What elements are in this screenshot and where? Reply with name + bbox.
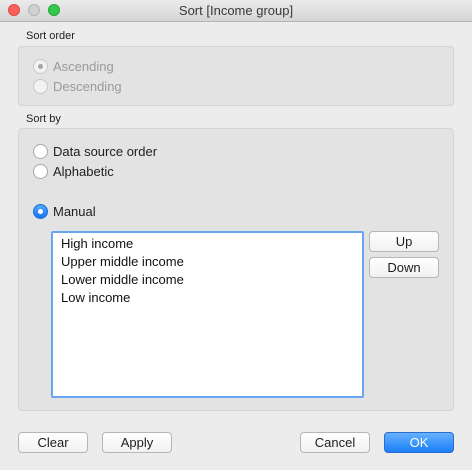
radio-data-source-order-button[interactable]	[33, 143, 48, 159]
cancel-button[interactable]: Cancel	[300, 432, 370, 453]
radio-descending-label: Descending	[53, 78, 122, 94]
radio-data-source-order[interactable]: Data source order	[33, 142, 157, 160]
move-up-button[interactable]: Up	[369, 231, 439, 252]
radio-data-source-order-label: Data source order	[53, 143, 158, 159]
radio-ascending[interactable]: Ascending	[33, 57, 114, 75]
ok-button[interactable]: OK	[384, 432, 454, 453]
radio-alphabetic[interactable]: Alphabetic	[33, 162, 114, 180]
sort-order-group	[18, 46, 454, 106]
sort-order-label: Sort order	[26, 30, 75, 42]
list-item[interactable]: High income	[61, 235, 354, 253]
apply-button[interactable]: Apply	[102, 432, 172, 453]
radio-manual-label: Manual	[53, 203, 96, 219]
radio-manual-button[interactable]	[33, 203, 48, 219]
radio-descending[interactable]: Descending	[33, 77, 122, 95]
radio-ascending-button[interactable]	[33, 58, 48, 74]
radio-alphabetic-button[interactable]	[33, 163, 48, 179]
radio-manual[interactable]: Manual	[33, 202, 96, 220]
move-down-button[interactable]: Down	[369, 257, 439, 278]
window-title: Sort [Income group]	[178, 3, 294, 18]
clear-button[interactable]: Clear	[18, 432, 88, 453]
radio-ascending-label: Ascending	[53, 58, 114, 74]
radio-descending-button[interactable]	[33, 78, 48, 94]
sort-dialog: Sort [Income group] Sort order Ascending…	[0, 0, 472, 470]
manual-order-list[interactable]: High income Upper middle income Lower mi…	[51, 231, 364, 398]
title-bar: Sort [Income group]	[0, 0, 472, 22]
list-item[interactable]: Upper middle income	[61, 253, 354, 271]
sort-by-label: Sort by	[26, 113, 61, 125]
radio-alphabetic-label: Alphabetic	[53, 163, 114, 179]
list-item[interactable]: Low income	[61, 289, 354, 307]
list-item[interactable]: Lower middle income	[61, 271, 354, 289]
